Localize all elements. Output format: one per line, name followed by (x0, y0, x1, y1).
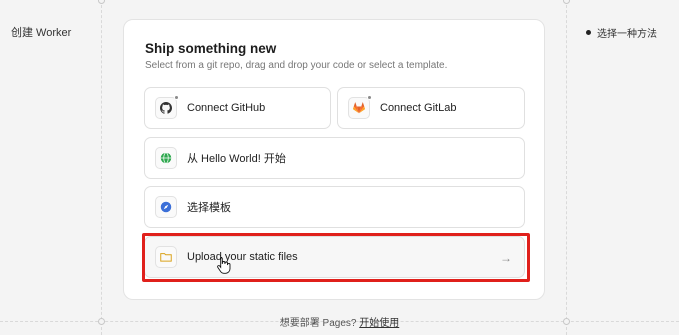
card-subtitle: Select from a git repo, drag and drop yo… (145, 60, 448, 71)
globe-icon (155, 147, 177, 169)
status-dot (367, 95, 372, 100)
footer: 想要部署 Pages? 开始使用 (0, 314, 679, 329)
connect-github-button[interactable]: Connect GitHub (144, 87, 331, 129)
gitlab-icon (348, 95, 372, 119)
hello-world-option[interactable]: 从 Hello World! 开始 (144, 137, 525, 179)
upload-static-files-option[interactable]: Upload your static files → (144, 236, 525, 278)
status-dot (174, 95, 179, 100)
step-bullet (586, 30, 591, 35)
create-card: Ship something new Select from a git rep… (123, 19, 545, 300)
upload-static-files-label: Upload your static files (187, 251, 298, 263)
get-started-link[interactable]: 开始使用 (359, 318, 399, 329)
page-title: 创建 Worker (11, 27, 72, 39)
hand-cursor-icon (217, 256, 231, 279)
resize-handle (98, 0, 105, 4)
footer-question: 想要部署 Pages? (279, 318, 357, 329)
guide-line (566, 0, 567, 335)
select-template-option[interactable]: 选择模板 (144, 186, 525, 228)
connect-gitlab-button[interactable]: Connect GitLab (337, 87, 525, 129)
step-label: 选择一种方法 (597, 29, 657, 40)
folder-icon (155, 246, 177, 268)
card-title: Ship something new (145, 41, 277, 56)
github-icon (155, 95, 179, 119)
guide-line (101, 0, 102, 335)
page: 创建 Worker 选择一种方法 Ship something new Sele… (0, 0, 679, 335)
resize-handle (563, 0, 570, 4)
select-template-label: 选择模板 (187, 202, 231, 214)
connect-github-label: Connect GitHub (187, 102, 266, 114)
arrow-right-icon: → (500, 251, 512, 265)
compass-icon (155, 196, 177, 218)
step-indicator: 选择一种方法 (586, 25, 657, 40)
connect-gitlab-label: Connect GitLab (380, 102, 457, 114)
hello-world-label: 从 Hello World! 开始 (187, 153, 286, 165)
